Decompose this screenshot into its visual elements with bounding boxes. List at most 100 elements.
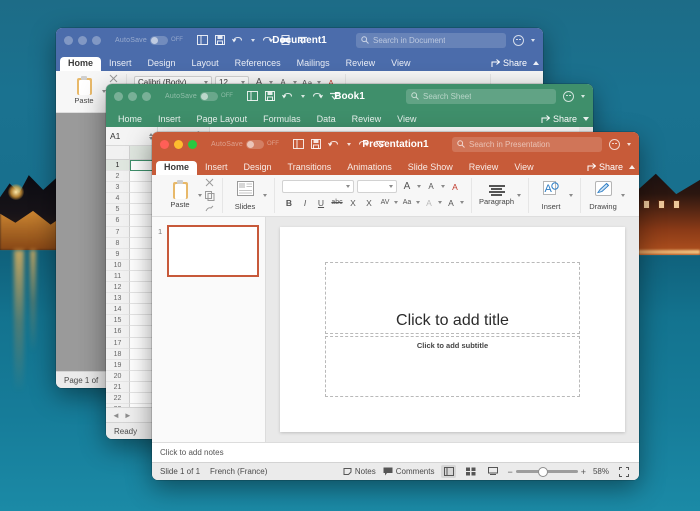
undo-icon[interactable]: [231, 36, 244, 45]
excel-tab-review[interactable]: Review: [344, 113, 390, 127]
save-icon[interactable]: [264, 91, 275, 101]
excel-tab-home[interactable]: Home: [110, 113, 150, 127]
change-case-button[interactable]: Aa: [400, 196, 414, 209]
excel-name-box[interactable]: A1: [106, 127, 158, 145]
powerpoint-workspace[interactable]: 1 Click to add title Click to add subtit…: [152, 217, 639, 442]
slide-subtitle-placeholder[interactable]: Click to add subtitle: [324, 335, 581, 398]
powerpoint-clear-formatting-button[interactable]: A: [448, 180, 462, 193]
powerpoint-slides-button[interactable]: Slides: [230, 180, 260, 211]
language-indicator[interactable]: French (France): [210, 467, 267, 476]
excel-tab-page-layout[interactable]: Page Layout: [189, 113, 256, 127]
feedback-dropdown-icon[interactable]: [531, 38, 535, 42]
powerpoint-font-name-select[interactable]: [282, 180, 354, 193]
slide-notes-pane[interactable]: Click to add notes: [152, 442, 639, 462]
normal-view-button[interactable]: [441, 465, 457, 478]
bold-button[interactable]: B: [282, 196, 296, 209]
zoom-knob[interactable]: [537, 466, 548, 477]
reading-view-button[interactable]: [485, 465, 500, 478]
autosave-toggle[interactable]: [245, 139, 264, 149]
comments-toggle-button[interactable]: Comments: [383, 467, 434, 476]
excel-ribbon-tabs[interactable]: Home Insert Page Layout Formulas Data Re…: [106, 108, 593, 127]
word-traffic-lights[interactable]: [64, 35, 101, 45]
word-titlebar[interactable]: AutoSave OFF Document1 Search in Documen…: [56, 28, 543, 52]
undo-icon[interactable]: [327, 140, 340, 149]
powerpoint-status-right[interactable]: Notes Comments − + 58%: [343, 465, 631, 478]
powerpoint-share-button[interactable]: Share: [587, 162, 623, 172]
save-icon[interactable]: [310, 139, 321, 149]
powerpoint-shrink-font-button[interactable]: A: [424, 180, 438, 193]
powerpoint-titlebar[interactable]: AutoSave OFF Presentation1 Search in Pre…: [152, 132, 639, 156]
word-tab-view[interactable]: View: [383, 57, 418, 71]
feedback-dropdown-icon[interactable]: [627, 142, 631, 146]
powerpoint-clipboard-small-buttons[interactable]: [205, 178, 215, 213]
excel-tab-data[interactable]: Data: [309, 113, 344, 127]
excel-row-header[interactable]: 3: [106, 182, 130, 194]
excel-row-header[interactable]: 20: [106, 370, 130, 382]
excel-row-header[interactable]: 1: [106, 160, 130, 172]
excel-titlebar-right[interactable]: Search Sheet: [406, 88, 585, 104]
character-spacing-button[interactable]: AV: [378, 196, 392, 209]
excel-row-header[interactable]: 19: [106, 359, 130, 371]
powerpoint-grow-font-button[interactable]: A: [400, 180, 414, 193]
excel-row-header[interactable]: 7: [106, 226, 130, 238]
ribbon-expand-icon[interactable]: [583, 117, 589, 121]
powerpoint-font-size-select[interactable]: [357, 180, 397, 193]
save-icon[interactable]: [214, 35, 225, 45]
powerpoint-insert-dropdown-icon[interactable]: [569, 194, 574, 197]
cut-icon[interactable]: [109, 74, 119, 84]
excel-row-header[interactable]: 10: [106, 259, 130, 271]
underline-button[interactable]: U: [314, 196, 328, 209]
italic-button[interactable]: I: [298, 196, 312, 209]
format-painter-icon[interactable]: [205, 204, 215, 213]
powerpoint-status-bar[interactable]: Slide 1 of 1 French (France) Notes Comme…: [152, 462, 639, 480]
autosave-toggle[interactable]: [149, 35, 168, 45]
excel-row-header[interactable]: 2: [106, 171, 130, 183]
excel-share-button[interactable]: Share: [541, 114, 577, 124]
subscript-button[interactable]: X: [362, 196, 376, 209]
slide-thumbnail-pane[interactable]: 1: [152, 217, 266, 442]
powerpoint-paragraph-dropdown-icon[interactable]: [517, 194, 522, 197]
undo-dropdown-icon[interactable]: [300, 94, 305, 98]
minimize-button[interactable]: [128, 91, 137, 101]
word-search-input[interactable]: Search in Document: [356, 32, 506, 48]
powerpoint-traffic-lights[interactable]: [160, 139, 197, 149]
powerpoint-paragraph-button[interactable]: Paragraph: [479, 185, 514, 206]
zoom-level-indicator[interactable]: 58%: [593, 467, 609, 476]
powerpoint-tab-design[interactable]: Design: [236, 161, 280, 175]
word-tab-home[interactable]: Home: [60, 57, 102, 71]
sidebar-toggle-icon[interactable]: [246, 91, 258, 101]
excel-row-header[interactable]: 8: [106, 237, 130, 249]
powerpoint-autosave[interactable]: AutoSave OFF: [211, 139, 279, 149]
powerpoint-tab-home[interactable]: Home: [156, 161, 198, 175]
fit-slide-button[interactable]: [616, 465, 631, 478]
excel-row-header[interactable]: 22: [106, 392, 130, 405]
feedback-smiley-icon[interactable]: [609, 138, 620, 150]
previous-sheet-icon[interactable]: ◄: [112, 411, 120, 420]
excel-titlebar[interactable]: AutoSave OFF Book1 Search Sheet: [106, 84, 593, 108]
zoom-track[interactable]: [515, 466, 578, 477]
zoom-button[interactable]: [92, 35, 101, 45]
powerpoint-tab-transitions[interactable]: Transitions: [280, 161, 340, 175]
cut-icon[interactable]: [205, 178, 215, 188]
powerpoint-tab-insert[interactable]: Insert: [197, 161, 236, 175]
word-paste-button[interactable]: Paste: [69, 76, 99, 105]
zoom-button[interactable]: [188, 139, 197, 149]
excel-tab-view[interactable]: View: [389, 113, 424, 127]
excel-row-header[interactable]: 9: [106, 248, 130, 260]
autosave-toggle[interactable]: [199, 91, 218, 101]
feedback-dropdown-icon[interactable]: [581, 94, 585, 98]
excel-row-header[interactable]: 5: [106, 204, 130, 216]
zoom-button[interactable]: [142, 91, 151, 101]
powerpoint-tab-review[interactable]: Review: [461, 161, 507, 175]
excel-row-header[interactable]: 6: [106, 215, 130, 227]
excel-row-header[interactable]: 4: [106, 193, 130, 205]
powerpoint-tab-slide-show[interactable]: Slide Show: [400, 161, 461, 175]
word-tab-review[interactable]: Review: [338, 57, 384, 71]
slide-sorter-view-button[interactable]: [463, 465, 478, 478]
word-titlebar-right[interactable]: Search in Document: [356, 32, 535, 48]
select-all-corner[interactable]: [106, 146, 130, 159]
excel-row-header[interactable]: 12: [106, 282, 130, 294]
undo-icon[interactable]: [281, 92, 294, 101]
excel-tab-insert[interactable]: Insert: [150, 113, 189, 127]
excel-row-header[interactable]: 18: [106, 348, 130, 360]
